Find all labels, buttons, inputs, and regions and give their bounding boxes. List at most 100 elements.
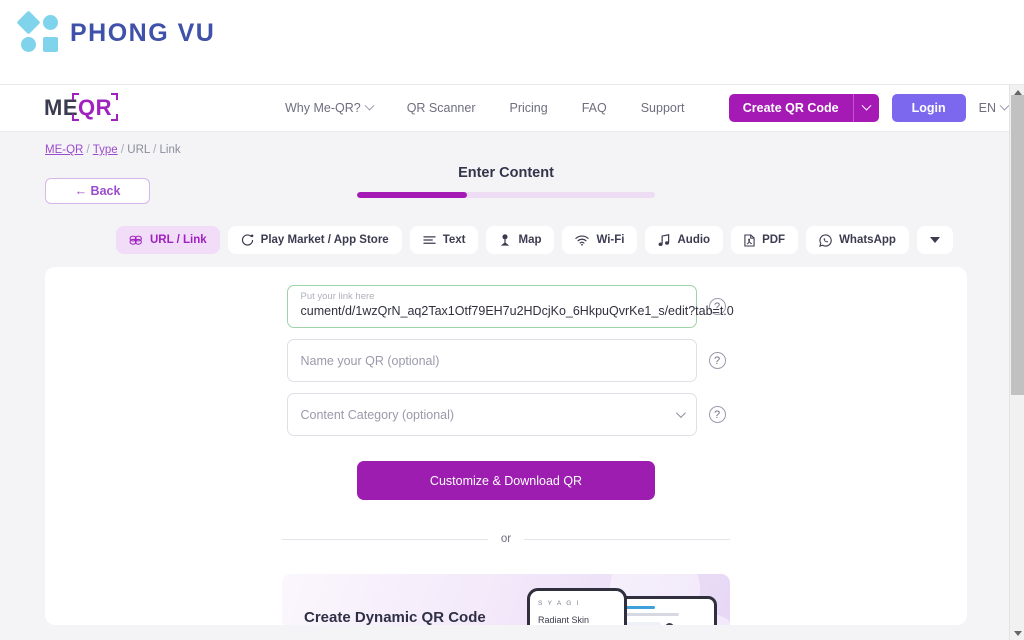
- qr-name-placeholder: Name your QR (optional): [300, 353, 440, 368]
- tab-label: URL / Link: [150, 234, 207, 246]
- nav-qr-scanner[interactable]: QR Scanner: [407, 101, 476, 115]
- tab-label: Map: [518, 234, 542, 246]
- step-indicator: Enter Content: [357, 165, 655, 198]
- main-navigation: Why Me-QR? QR Scanner Pricing FAQ Suppor…: [285, 100, 685, 115]
- tab-url-link[interactable]: URL / Link: [116, 226, 220, 254]
- login-button[interactable]: Login: [891, 94, 966, 122]
- bracket-bottom-left-icon: [72, 114, 79, 121]
- nav-label: FAQ: [581, 101, 607, 115]
- tab-more-types-button[interactable]: [916, 226, 953, 254]
- breadcrumb-item-url: URL: [127, 144, 150, 156]
- qr-name-input[interactable]: Name your QR (optional): [286, 339, 697, 382]
- breadcrumb-item-type[interactable]: Type: [93, 144, 118, 156]
- wifi-icon: [575, 234, 590, 246]
- chevron-down-icon: [929, 237, 940, 243]
- phongvu-shapes-logo: [15, 9, 60, 54]
- language-selector[interactable]: EN: [979, 100, 1010, 115]
- diamond-shape-icon: [15, 9, 41, 35]
- content-form-card: Put your link here cument/d/1wzQrN_aq2Ta…: [45, 267, 967, 625]
- url-input-value: cument/d/1wzQrN_aq2Tax1Otf79EH7u2HDcjKo_…: [300, 304, 734, 318]
- create-qr-code-button[interactable]: Create QR Code: [728, 94, 853, 122]
- phongvu-logo: PHONG VU: [15, 9, 216, 54]
- back-button[interactable]: ← Back: [45, 178, 150, 204]
- scrollbar-thumb[interactable]: [1011, 95, 1024, 395]
- promo-line-1: Create Dynamic QR Code: [304, 609, 486, 625]
- tab-label: Play Market / App Store: [260, 234, 389, 246]
- divider-line: [524, 538, 731, 540]
- chevron-down-icon: [364, 100, 375, 111]
- meqr-logo[interactable]: MEQR: [44, 93, 118, 121]
- promo-text: Create Dynamic QR Code Landing Page for …: [282, 606, 486, 625]
- map-pin-icon: [501, 233, 510, 246]
- scroll-down-arrow[interactable]: [1010, 626, 1024, 640]
- divider-line: [282, 538, 488, 540]
- nav-label: Why Me-QR?: [285, 101, 361, 115]
- create-qr-dropdown-button[interactable]: [852, 94, 879, 122]
- nav-support[interactable]: Support: [641, 101, 685, 115]
- breadcrumb-item-link: Link: [159, 144, 181, 156]
- square-shape-icon: [42, 36, 58, 52]
- nav-label: QR Scanner: [406, 101, 476, 115]
- url-input-label: Put your link here: [300, 291, 375, 302]
- url-input-wrapper[interactable]: Put your link here cument/d/1wzQrN_aq2Ta…: [286, 285, 734, 328]
- chevron-down-icon: [675, 408, 686, 419]
- content-category-select[interactable]: Content Category (optional): [286, 393, 697, 436]
- bracket-top-right-icon: [111, 93, 118, 100]
- customize-download-qr-button[interactable]: Customize & Download QR: [357, 461, 655, 500]
- qr-type-tabs: URL / Link Play Market / App Store Text: [0, 226, 1006, 254]
- breadcrumb-separator: /: [120, 144, 125, 156]
- text-lines-icon: [423, 235, 436, 244]
- chevron-down-icon: [999, 100, 1010, 111]
- phone-brand-label: S Y A G I: [538, 600, 581, 607]
- category-field-row: Content Category (optional) ?: [286, 393, 726, 436]
- nav-faq[interactable]: FAQ: [582, 101, 607, 115]
- person-head: [664, 623, 674, 625]
- breadcrumb-separator: /: [153, 144, 157, 156]
- progress-bar: [357, 192, 655, 198]
- phone-product-label: Radiant Skin Rejuvenation Cream: [538, 615, 590, 625]
- tab-play-market-app-store[interactable]: Play Market / App Store: [227, 226, 402, 254]
- step-header-row: ← Back Enter Content: [0, 165, 1006, 212]
- partner-brand-name: PHONG VU: [70, 18, 216, 47]
- tab-wifi[interactable]: Wi-Fi: [562, 226, 638, 254]
- tab-label: Text: [442, 234, 466, 246]
- or-label: or: [500, 533, 512, 545]
- breadcrumb-separator: /: [86, 144, 90, 156]
- question-mark-icon[interactable]: ?: [708, 406, 726, 423]
- page-title: Enter Content: [458, 165, 554, 181]
- device-mockups: S Y A G I Radiant Skin Rejuvenation Crea…: [515, 582, 730, 625]
- url-field-row: Put your link here cument/d/1wzQrN_aq2Ta…: [286, 285, 734, 328]
- tab-audio[interactable]: Audio: [645, 226, 724, 254]
- qr-content-form: Put your link here cument/d/1wzQrN_aq2Ta…: [45, 267, 967, 625]
- nav-label: Pricing: [509, 101, 548, 115]
- create-qr-group: Create QR Code: [728, 94, 879, 122]
- nav-why-meqr[interactable]: Why Me-QR?: [285, 100, 375, 115]
- tab-whatsapp[interactable]: WhatsApp: [806, 226, 909, 254]
- phone-mockup: S Y A G I Radiant Skin Rejuvenation Crea…: [527, 588, 627, 625]
- content-category-placeholder: Content Category (optional): [300, 407, 455, 422]
- whatsapp-icon: [819, 233, 832, 247]
- tab-pdf[interactable]: PDF: [731, 226, 799, 254]
- tab-label: WhatsApp: [839, 234, 896, 246]
- logo-text-qr: QR: [78, 95, 112, 120]
- tablet-bar: [621, 613, 679, 616]
- vertical-scrollbar[interactable]: [1009, 85, 1024, 640]
- tablet-card: [621, 622, 661, 625]
- pdf-file-icon: [744, 233, 755, 247]
- question-mark-icon[interactable]: ?: [708, 352, 726, 369]
- circle-shape-icon: [42, 14, 58, 30]
- header-actions: Create QR Code Login EN: [728, 94, 1010, 122]
- music-note-icon: [659, 233, 670, 246]
- app-store-icon: [241, 233, 254, 246]
- chevron-down-icon: [861, 100, 872, 111]
- tab-label: PDF: [762, 234, 786, 246]
- nav-pricing[interactable]: Pricing: [509, 101, 547, 115]
- tab-label: Wi-Fi: [596, 234, 625, 246]
- page-content: ME-QR / Type / URL / Link ← Back Enter C…: [0, 132, 1024, 640]
- tab-map[interactable]: Map: [486, 226, 555, 254]
- dynamic-qr-promo-banner[interactable]: Create Dynamic QR Code Landing Page for …: [282, 574, 730, 625]
- progress-bar-fill: [357, 192, 468, 198]
- partner-banner: PHONG VU: [0, 0, 1024, 85]
- tab-text[interactable]: Text: [409, 226, 479, 254]
- breadcrumb-item-meqr[interactable]: ME-QR: [45, 144, 83, 156]
